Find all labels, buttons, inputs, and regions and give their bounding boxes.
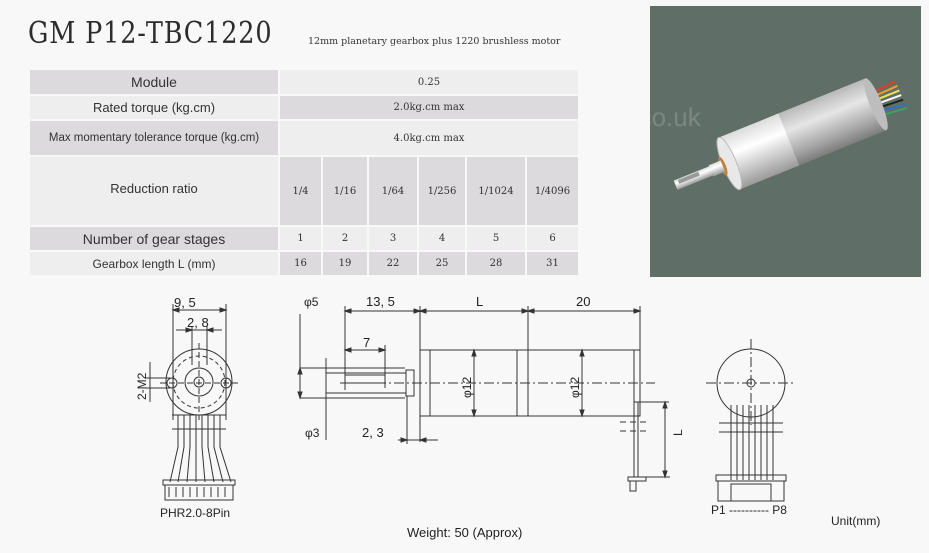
side-view xyxy=(297,306,670,492)
dim-gearbox-l: L xyxy=(476,294,483,309)
dim-2-m2: 2-M2 xyxy=(135,372,149,400)
gear-stages-value: 1 xyxy=(280,227,321,250)
dim-lead-l: L xyxy=(671,429,685,436)
dim-motor-20: 20 xyxy=(576,294,590,309)
gearbox-length-value: 22 xyxy=(369,252,417,275)
gear-stages-value: 2 xyxy=(323,227,367,250)
dim-gearbox-phi12: φ12 xyxy=(460,377,474,398)
reduction-ratio-value: 1/1024 xyxy=(467,157,525,225)
dim-motor-phi12: φ12 xyxy=(568,377,582,398)
gear-stages-value: 6 xyxy=(527,227,578,250)
product-photo: Skysmotor.co.uk xyxy=(650,6,921,277)
front-view xyxy=(146,304,240,501)
watermark: Skysmotor.co.uk xyxy=(650,102,701,132)
rear-view xyxy=(706,339,796,502)
gearbox-length-value: 25 xyxy=(419,252,465,275)
module-label: Module xyxy=(30,70,278,94)
reduction-ratio-label: Reduction ratio xyxy=(30,157,278,225)
dim-2-8: 2, 8 xyxy=(187,315,209,330)
gearbox-length-label: Gearbox length L (mm) xyxy=(30,252,278,275)
dim-9-5: 9, 5 xyxy=(174,295,196,310)
max-torque-value: 4.0kg.cm max xyxy=(280,121,578,155)
model-title: GM P12-TBC1220 xyxy=(28,16,273,51)
dim-2-3: 2, 3 xyxy=(362,425,384,440)
rated-torque-label: Rated torque (kg.cm) xyxy=(30,96,278,119)
gearbox-length-value: 16 xyxy=(280,252,321,275)
reduction-ratio-value: 1/256 xyxy=(419,157,465,225)
connector-label: PHR2.0-8Pin xyxy=(160,506,230,520)
reduction-ratio-value: 1/64 xyxy=(369,157,417,225)
reduction-ratio-value: 1/4 xyxy=(280,157,321,225)
pin-range-label: P1 ---------- P8 xyxy=(711,503,787,517)
max-torque-label: Max momentary tolerance torque (kg.cm) xyxy=(30,121,278,155)
gear-stages-value: 4 xyxy=(419,227,465,250)
dim-7: 7 xyxy=(363,335,370,350)
gearbox-length-value: 28 xyxy=(467,252,525,275)
dim-phi5: φ5 xyxy=(304,295,319,309)
gearbox-length-value: 19 xyxy=(323,252,367,275)
dim-13-5: 13, 5 xyxy=(366,294,395,309)
dim-phi3: φ3 xyxy=(305,426,320,440)
motor-illustration xyxy=(673,78,907,191)
reduction-ratio-value: 1/16 xyxy=(323,157,367,225)
rated-torque-value: 2.0kg.cm max xyxy=(280,96,578,119)
model-description: 12mm planetary gearbox plus 1220 brushle… xyxy=(308,36,561,47)
module-value: 0.25 xyxy=(280,70,578,94)
gearbox-length-value: 31 xyxy=(527,252,578,275)
weight-label: Weight: 50 (Approx) xyxy=(407,525,522,540)
unit-label: Unit(mm) xyxy=(831,514,880,528)
reduction-ratio-value: 1/4096 xyxy=(527,157,578,225)
gear-stages-value: 5 xyxy=(467,227,525,250)
gear-stages-value: 3 xyxy=(369,227,417,250)
gear-stages-label: Number of gear stages xyxy=(30,227,278,250)
